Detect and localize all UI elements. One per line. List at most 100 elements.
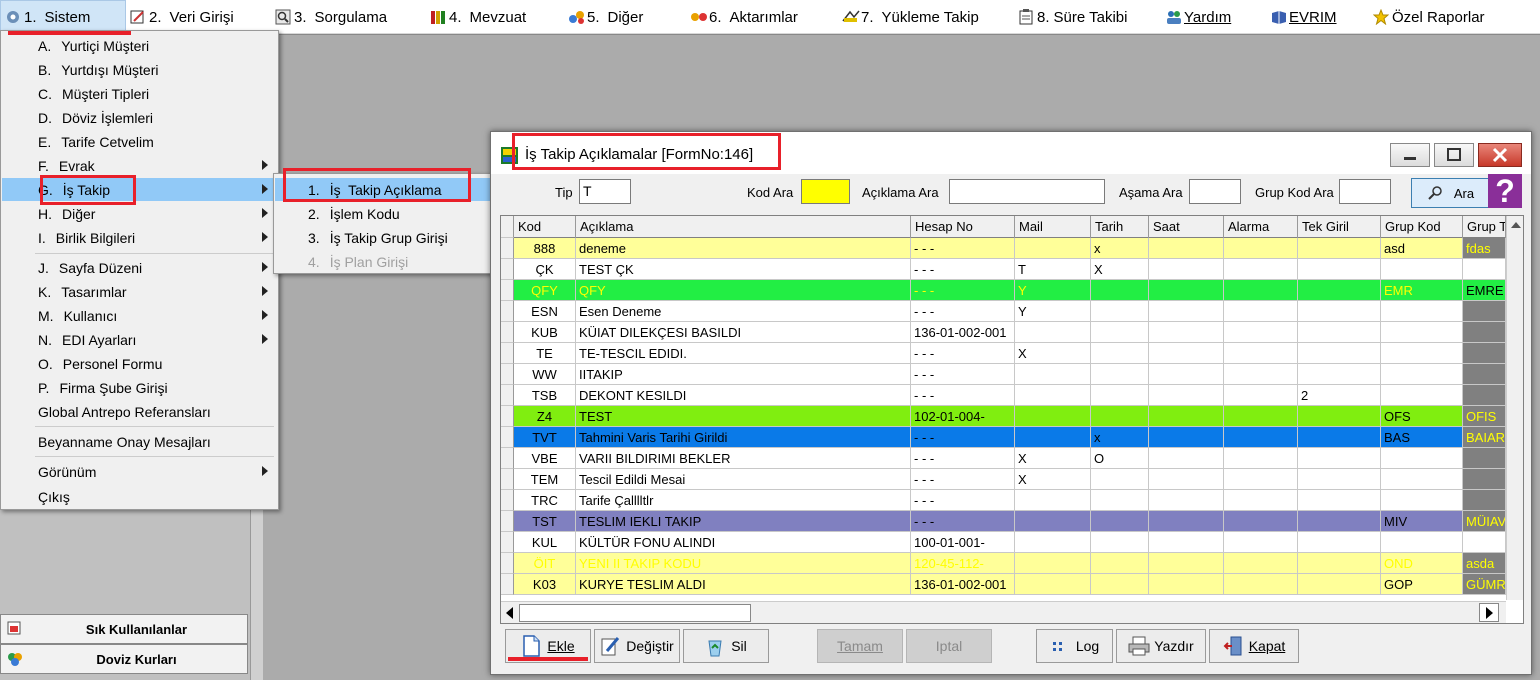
scroll-up-icon[interactable]	[1511, 222, 1521, 228]
menu-item-birlik-bilgileri[interactable]: I. Birlik Bilgileri	[2, 226, 277, 249]
row-indicator[interactable]	[501, 301, 514, 322]
table-cell[interactable]	[1381, 490, 1463, 511]
minimize-button[interactable]	[1390, 143, 1430, 167]
log-button[interactable]: Log	[1036, 629, 1113, 663]
menu-diger[interactable]: 5. Diğer	[568, 0, 643, 34]
table-cell[interactable]	[1149, 448, 1224, 469]
table-cell[interactable]: Y	[1015, 280, 1091, 301]
table-cell[interactable]	[1224, 364, 1298, 385]
table-cell[interactable]: - - -	[911, 259, 1015, 280]
table-cell[interactable]: deneme	[576, 238, 911, 259]
menu-sure-takibi[interactable]: 8. Süre Takibi	[1018, 0, 1127, 34]
table-cell[interactable]: BAS	[1381, 427, 1463, 448]
table-cell[interactable]: EMR	[1381, 280, 1463, 301]
menu-mevzuat[interactable]: 4. Mevzuat	[430, 0, 526, 34]
table-row[interactable]: 888 deneme - - - x asd fdas	[501, 238, 1523, 259]
menu-item-musteri-tipleri[interactable]: C. Müşteri Tipleri	[2, 82, 277, 105]
table-cell[interactable]: ÇK	[514, 259, 576, 280]
row-indicator[interactable]	[501, 553, 514, 574]
table-row[interactable]: ÖIT YENI II TAKIP KODU 120-45-112- OND asda	[501, 553, 1523, 574]
column-header[interactable]: Tek Giril	[1298, 216, 1381, 238]
table-cell[interactable]	[1463, 364, 1506, 385]
table-cell[interactable]	[1298, 511, 1381, 532]
table-cell[interactable]	[1224, 448, 1298, 469]
row-indicator[interactable]	[501, 469, 514, 490]
menu-item-edi-ayarlari[interactable]: N. EDI Ayarları	[2, 328, 277, 351]
menu-evrim[interactable]: EVRIM	[1270, 0, 1337, 34]
table-cell[interactable]: VBE	[514, 448, 576, 469]
table-cell[interactable]: asd	[1381, 238, 1463, 259]
menu-item-global-antrepo[interactable]: Global Antrepo Referansları	[2, 400, 277, 423]
table-cell[interactable]	[1224, 490, 1298, 511]
scroll-left-icon[interactable]	[506, 607, 513, 619]
table-cell[interactable]: QFY	[514, 280, 576, 301]
column-header[interactable]: Kod	[514, 216, 576, 238]
column-header[interactable]: Grup T	[1463, 216, 1506, 238]
table-cell[interactable]	[1091, 364, 1149, 385]
table-cell[interactable]	[1381, 532, 1463, 553]
table-cell[interactable]	[1015, 238, 1091, 259]
table-cell[interactable]: asda	[1463, 553, 1506, 574]
table-cell[interactable]	[1298, 280, 1381, 301]
tip-input[interactable]: T	[579, 179, 631, 204]
menu-item-doviz-islemleri[interactable]: D. Döviz İşlemleri	[2, 106, 277, 129]
kod-ara-input[interactable]	[801, 179, 850, 204]
row-indicator[interactable]	[501, 322, 514, 343]
table-cell[interactable]	[1463, 490, 1506, 511]
table-cell[interactable]	[1149, 322, 1224, 343]
table-cell[interactable]: X	[1091, 259, 1149, 280]
table-cell[interactable]	[1015, 364, 1091, 385]
table-row[interactable]: ÇK TEST ÇK - - -TX	[501, 259, 1523, 280]
table-cell[interactable]: VARII BILDIRIMI BEKLER	[576, 448, 911, 469]
table-cell[interactable]: KÜIAT DILEKÇESI BASILDI	[576, 322, 911, 343]
table-cell[interactable]	[1015, 385, 1091, 406]
table-cell[interactable]	[1224, 280, 1298, 301]
menu-yukleme-takip[interactable]: 7. Yükleme Takip	[842, 0, 979, 34]
table-cell[interactable]: x	[1091, 238, 1149, 259]
table-cell[interactable]: TEM	[514, 469, 576, 490]
table-row[interactable]: TST TESLIM IEKLI TAKIP - - - MIV MÜIAV	[501, 511, 1523, 532]
aciklama-ara-input[interactable]	[949, 179, 1105, 204]
table-cell[interactable]	[1381, 301, 1463, 322]
menu-item-beyanname-onay[interactable]: Beyanname Onay Mesajları	[2, 430, 277, 453]
table-cell[interactable]	[1149, 238, 1224, 259]
table-cell[interactable]	[1015, 553, 1091, 574]
table-cell[interactable]	[1091, 322, 1149, 343]
kapat-button[interactable]: Kapat	[1209, 629, 1299, 663]
table-cell[interactable]	[1224, 301, 1298, 322]
table-cell[interactable]: x	[1091, 427, 1149, 448]
help-button[interactable]: ?	[1488, 174, 1522, 208]
menu-item-evrak[interactable]: F. Evrak	[2, 154, 277, 177]
sik-kullanilanlar-button[interactable]: Sık Kullanılanlar	[0, 614, 248, 644]
table-cell[interactable]: TEST ÇK	[576, 259, 911, 280]
table-cell[interactable]	[1091, 301, 1149, 322]
table-cell[interactable]	[1149, 364, 1224, 385]
table-cell[interactable]: TST	[514, 511, 576, 532]
table-cell[interactable]	[1149, 343, 1224, 364]
table-cell[interactable]	[1149, 427, 1224, 448]
maximize-button[interactable]	[1434, 143, 1474, 167]
table-cell[interactable]	[1298, 364, 1381, 385]
table-cell[interactable]	[1015, 427, 1091, 448]
table-cell[interactable]	[1298, 469, 1381, 490]
table-cell[interactable]	[1381, 364, 1463, 385]
table-cell[interactable]: O	[1091, 448, 1149, 469]
table-cell[interactable]	[1381, 469, 1463, 490]
table-cell[interactable]	[1298, 343, 1381, 364]
sil-button[interactable]: Sil	[683, 629, 769, 663]
table-cell[interactable]: - - -	[911, 490, 1015, 511]
table-cell[interactable]: Tarife Çalllltlr	[576, 490, 911, 511]
table-cell[interactable]: 888	[514, 238, 576, 259]
table-cell[interactable]	[1015, 406, 1091, 427]
table-cell[interactable]: IITAKIP	[576, 364, 911, 385]
table-cell[interactable]	[1091, 490, 1149, 511]
table-cell[interactable]	[1015, 511, 1091, 532]
table-cell[interactable]: X	[1015, 343, 1091, 364]
table-row[interactable]: KUB KÜIAT DILEKÇESI BASILDI 136-01-002-001	[501, 322, 1523, 343]
table-cell[interactable]	[1091, 280, 1149, 301]
scroll-thumb[interactable]	[519, 604, 751, 622]
table-cell[interactable]: TRC	[514, 490, 576, 511]
scroll-right-button[interactable]	[1479, 603, 1499, 622]
table-row[interactable]: ESN Esen Deneme - - -Y	[501, 301, 1523, 322]
table-row[interactable]: QFY QFY - - - Y EMR EMRE	[501, 280, 1523, 301]
